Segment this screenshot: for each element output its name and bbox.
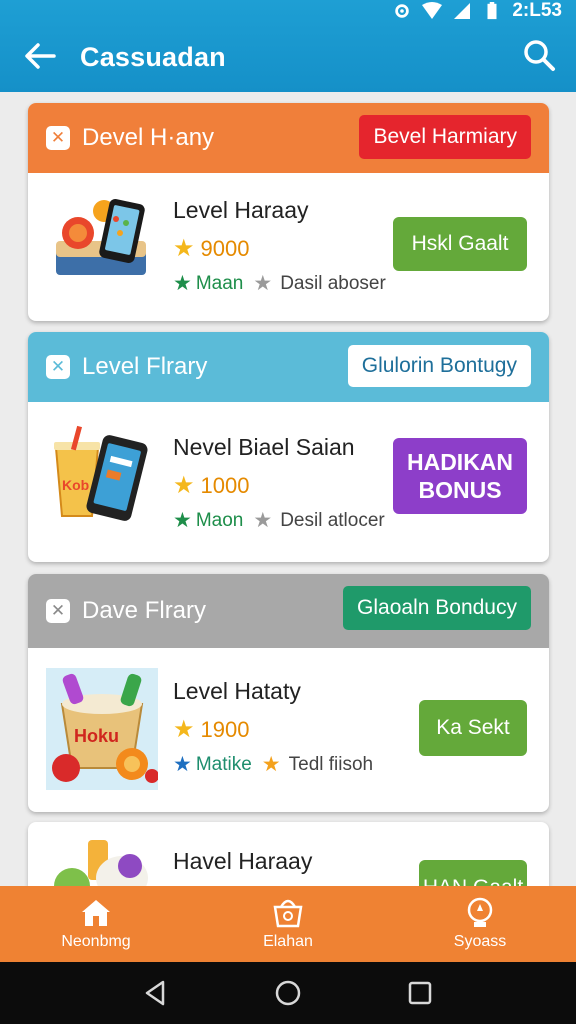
card-info: Level Hataty ★ 1900 ★ Matike ★ Tedl fiis… [173,678,373,777]
card-header: ✕ Devel H·any Bevel Harmiary [28,103,549,173]
status-bar: 2:L53 [392,0,562,22]
app-bar: 2:L53 Cassuadan [0,0,576,92]
level-card: ✕ Dave Flrary Glaoaln Bonducy Hoku Level… [28,574,549,812]
star-icon: ★ [173,472,195,499]
header-button[interactable]: Glulorin Bontugy [347,345,531,387]
level-list[interactable]: ✕ Devel H·any Bevel Harmiary Level Haraa… [0,92,576,886]
home-circle-icon[interactable] [273,978,303,1008]
recents-icon[interactable] [405,978,435,1008]
signal-icon [454,3,471,19]
meta-row: ★ Matike ★ Tedl fiisoh [173,752,373,777]
star-icon: ★ [253,272,273,295]
drink-phone-icon: Kob [54,425,148,521]
home-icon [82,900,110,926]
back-icon[interactable] [141,978,171,1008]
card-body: Hoku Level Hataty ★ 1900 ★ Matike ★ Tedl… [28,648,549,812]
star-icon: ★ [173,235,195,262]
level-title: Level Hataty [173,678,301,704]
level-card: Havel Haraay HAN Gaalt [28,822,549,886]
system-nav-bar [0,962,576,1024]
level-title: Level Haraay [173,197,309,223]
level-card: ✕ Devel H·any Bevel Harmiary Level Haraa… [28,103,549,321]
star-icon: ★ [253,509,273,532]
meta-secondary: Tedl fiisoh [288,753,374,775]
close-icon[interactable]: ✕ [46,599,70,623]
bottom-nav: Neonbmg Elahan Syoass [0,886,576,962]
meta-primary: Maon [195,509,244,531]
meta-row: ★ Maan ★ Dasil aboser [173,271,386,296]
points-value: 1000 [200,472,250,498]
basket-icon [273,899,303,928]
action-button[interactable]: Hskl Gaalt [393,217,527,271]
svg-text:Kob: Kob [62,477,89,493]
points-row: ★ 1000 [173,471,385,500]
action-button[interactable]: Ka Sekt [419,700,527,756]
settings-icon [395,4,410,18]
action-button[interactable]: HAN Gaalt [419,860,527,886]
candy-phone-icon [56,199,146,275]
fruit-basket-icon: Hoku [46,668,158,790]
card-info: Havel Haraay [173,848,312,875]
bonus-button[interactable]: HADIKAN BONUS [393,438,527,514]
card-info: Level Haraay ★ 9000 ★ Maan ★ Dasil abose… [173,197,386,296]
meta-secondary: Dasil aboser [280,272,386,294]
star-icon: ★ [173,509,192,532]
sparkle-star-icon: ★ [261,753,281,776]
close-icon[interactable]: ✕ [46,126,70,150]
points-row: ★ 9000 [173,234,386,263]
close-icon[interactable]: ✕ [46,355,70,379]
header-button[interactable]: Bevel Harmiary [359,115,531,159]
points-value: 9000 [200,235,250,261]
card-header-title: Level Flrary [82,353,208,380]
card-header: ✕ Level Flrary Glulorin Bontugy [28,332,549,402]
card-header-title: Dave Flrary [82,597,207,624]
points-value: 1900 [200,716,250,742]
trophy-icon [467,897,493,927]
nav-label: Syoass [453,933,507,950]
fruit-bowl-icon [54,840,148,886]
card-body: Level Haraay ★ 9000 ★ Maan ★ Dasil abose… [28,173,549,321]
meta-primary: Maan [195,272,244,294]
nav-item-basket[interactable]: Elahan [192,886,384,962]
status-time: 2:L53 [512,0,562,21]
nav-item-home[interactable]: Neonbmg [0,886,192,962]
star-icon: ★ [173,716,195,743]
card-body: Kob Nevel Biael Saian ★ 1000 ★ Maon ★ De… [28,402,549,562]
svg-text:Hoku: Hoku [74,726,119,746]
nav-label: Elahan [263,933,313,950]
card-header: ✕ Dave Flrary Glaoaln Bonducy [28,574,549,648]
search-icon[interactable] [522,38,556,72]
page-title: Cassuadan [80,42,226,72]
header-button[interactable]: Glaoaln Bonducy [343,586,531,630]
nav-item-trophy[interactable]: Syoass [384,886,576,962]
card-header-title: Devel H·any [82,124,215,151]
back-arrow-icon[interactable] [22,38,58,74]
wifi-icon [422,2,443,19]
star-icon: ★ [173,272,192,295]
meta-primary: Matike [195,753,252,775]
nav-label: Neonbmg [61,933,131,950]
level-card: ✕ Level Flrary Glulorin Bontugy Kob Neve… [28,332,549,562]
level-title: Havel Haraay [173,848,313,874]
level-title: Nevel Biael Saian [173,434,355,460]
card-info: Nevel Biael Saian ★ 1000 ★ Maon ★ Desil … [173,434,385,533]
battery-icon [487,2,497,20]
star-icon: ★ [173,753,192,776]
meta-row: ★ Maon ★ Desil atlocer [173,508,385,533]
points-row: ★ 1900 [173,715,373,744]
meta-secondary: Desil atlocer [280,509,385,531]
